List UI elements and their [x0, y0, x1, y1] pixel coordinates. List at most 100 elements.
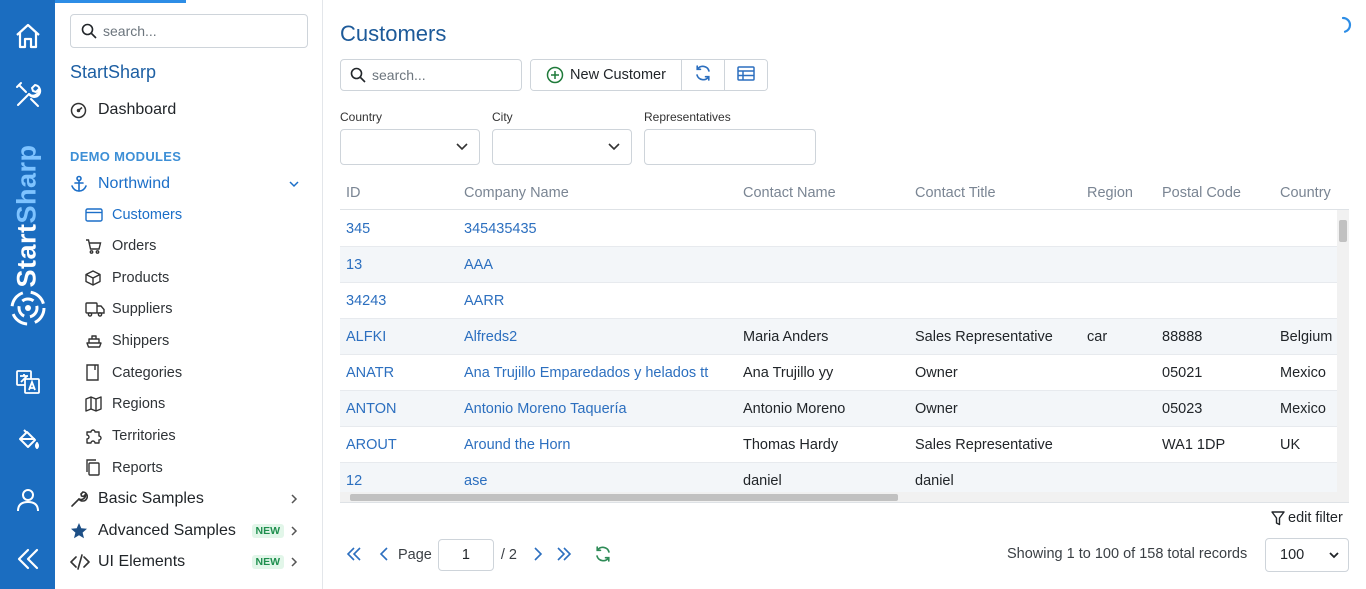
table-row[interactable]: 34243 AARR	[340, 283, 1337, 319]
horizontal-scrollbar[interactable]	[340, 492, 1337, 502]
cell-country: Belgium	[1280, 329, 1333, 345]
cell-company-name[interactable]: AARR	[464, 293, 504, 309]
cell-company-name[interactable]: 345435435	[464, 221, 537, 237]
cell-id[interactable]: 345	[346, 221, 370, 237]
cell-country: Mexico	[1280, 365, 1326, 381]
grid-search-input[interactable]	[366, 67, 521, 83]
total-pages: / 2	[500, 547, 517, 563]
new-customer-button[interactable]: New Customer	[531, 60, 682, 90]
sidebar-item-suppliers[interactable]: Suppliers	[85, 301, 172, 317]
wrench-icon	[70, 490, 92, 508]
sidebar-item-categories[interactable]: Categories	[85, 364, 182, 381]
double-chevron-right-icon	[556, 546, 572, 564]
chevron-down-icon	[455, 139, 469, 156]
cell-id[interactable]: ANTON	[346, 401, 397, 417]
home-icon[interactable]	[0, 14, 55, 58]
next-page-button[interactable]	[523, 541, 553, 569]
sidebar-search-input[interactable]	[97, 23, 307, 39]
table-row[interactable]: ANTON Antonio Moreno Taquería Antonio Mo…	[340, 391, 1337, 427]
cell-company-name[interactable]: Antonio Moreno Taquería	[464, 401, 627, 417]
translate-icon[interactable]	[0, 360, 55, 404]
cell-company-name[interactable]: Alfreds2	[464, 329, 517, 345]
icon-rail: StartSharp	[0, 0, 55, 589]
double-chevron-left-icon	[346, 546, 362, 564]
page-title: Customers	[340, 21, 447, 46]
column-header-id[interactable]: ID	[346, 185, 361, 201]
sidebar-item-customers[interactable]: Customers	[85, 207, 182, 223]
page-label: Page	[398, 547, 432, 563]
table-row[interactable]: 13 AAA	[340, 247, 1337, 283]
cell-company-name[interactable]: Around the Horn	[464, 437, 570, 453]
sidebar-item-ui-elements[interactable]: UI Elements NEW	[70, 553, 308, 571]
first-page-button[interactable]	[344, 541, 364, 569]
edit-filter-link[interactable]: edit filter	[1271, 510, 1343, 526]
cart-icon	[85, 238, 107, 254]
refresh-button[interactable]	[682, 60, 725, 90]
representatives-filter-input[interactable]	[644, 129, 816, 165]
last-page-button[interactable]	[553, 541, 575, 569]
sidebar-item-basic-samples[interactable]: Basic Samples	[70, 490, 308, 508]
map-icon	[85, 396, 107, 412]
new-customer-label: New Customer	[570, 67, 666, 83]
chevron-down-icon	[288, 178, 300, 190]
sidebar-item-label: Orders	[112, 238, 157, 254]
grid-search[interactable]	[340, 59, 522, 91]
table-row[interactable]: 345 345435435	[340, 211, 1337, 247]
column-header-company-name[interactable]: Company Name	[464, 185, 569, 201]
table-icon	[737, 65, 755, 85]
chevron-right-icon	[288, 556, 300, 568]
country-filter-select[interactable]	[340, 129, 480, 165]
sidebar-item-shippers[interactable]: Shippers	[85, 333, 169, 349]
table-row[interactable]: ANATR Ana Trujillo Emparedados y helados…	[340, 355, 1337, 391]
table-row[interactable]: AROUT Around the Horn Thomas Hardy Sales…	[340, 427, 1337, 463]
cell-company-name[interactable]: ase	[464, 473, 487, 489]
theme-icon[interactable]	[0, 418, 55, 462]
column-header-region[interactable]: Region	[1087, 185, 1133, 201]
grid-header: ID Company Name Contact Name Contact Tit…	[340, 176, 1349, 210]
chevron-right-icon	[533, 546, 543, 564]
representatives-filter-label: Representatives	[644, 110, 731, 124]
column-header-contact-title[interactable]: Contact Title	[915, 185, 996, 201]
sidebar-search[interactable]	[70, 14, 308, 48]
cell-id[interactable]: 12	[346, 473, 362, 489]
sidebar-item-products[interactable]: Products	[85, 270, 169, 286]
sidebar-item-northwind[interactable]: Northwind	[70, 175, 308, 193]
cell-id[interactable]: 34243	[346, 293, 386, 309]
cell-contact-name: Maria Anders	[743, 329, 829, 345]
cell-company-name[interactable]: AAA	[464, 257, 493, 273]
page-size-select[interactable]: 100	[1265, 538, 1349, 572]
column-header-country[interactable]: Country	[1280, 185, 1331, 201]
city-filter-select[interactable]	[492, 129, 632, 165]
collapse-icon[interactable]	[0, 537, 55, 581]
column-header-contact-name[interactable]: Contact Name	[743, 185, 836, 201]
pager-refresh-button[interactable]	[591, 541, 615, 569]
cell-id[interactable]: AROUT	[346, 437, 397, 453]
current-page-input[interactable]	[437, 539, 494, 571]
cell-contact-name: daniel	[743, 473, 782, 489]
sidebar-item-regions[interactable]: Regions	[85, 396, 165, 412]
user-icon[interactable]	[0, 478, 55, 522]
sidebar-item-dashboard[interactable]: Dashboard	[70, 101, 176, 119]
vertical-scrollbar[interactable]	[1337, 210, 1349, 502]
table-row[interactable]: ALFKI Alfreds2 Maria Anders Sales Repres…	[340, 319, 1337, 355]
column-header-postal-code[interactable]: Postal Code	[1162, 185, 1241, 201]
sidebar-item-reports[interactable]: Reports	[85, 459, 163, 476]
brand-swirl-icon	[10, 290, 46, 326]
cell-company-name[interactable]: Ana Trujillo Emparedados y helados tt	[464, 365, 708, 381]
vertical-scroll-thumb[interactable]	[1339, 220, 1347, 242]
previous-page-button[interactable]	[370, 541, 398, 569]
tools-icon[interactable]	[0, 73, 55, 117]
cell-id[interactable]: ANATR	[346, 365, 394, 381]
cell-id[interactable]: ALFKI	[346, 329, 386, 345]
column-picker-button[interactable]	[725, 60, 767, 90]
sidebar-item-label: Regions	[112, 396, 166, 412]
cell-id[interactable]: 13	[346, 257, 362, 273]
folder-icon	[85, 364, 107, 381]
chevron-right-icon	[288, 525, 300, 537]
sidebar-item-territories[interactable]: Territories	[85, 427, 176, 444]
horizontal-scroll-thumb[interactable]	[350, 494, 898, 501]
sidebar-item-orders[interactable]: Orders	[85, 238, 156, 254]
sidebar-item-advanced-samples[interactable]: Advanced Samples NEW	[70, 522, 308, 540]
plus-circle-icon	[546, 66, 564, 84]
sidebar-item-label: Suppliers	[112, 301, 173, 317]
